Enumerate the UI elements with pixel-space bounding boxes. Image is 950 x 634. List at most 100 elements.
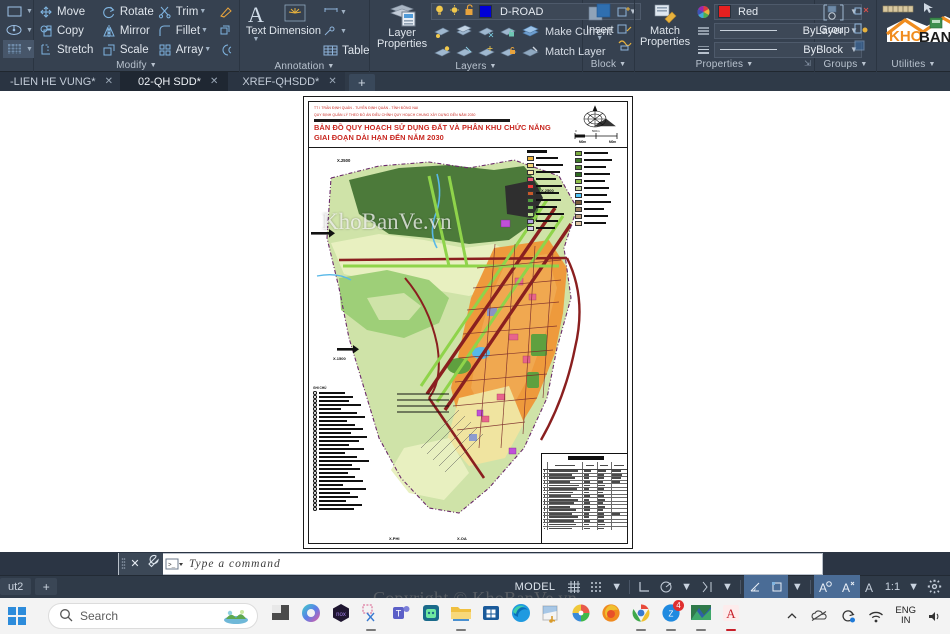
insert-button[interactable]: Insert ▼	[586, 2, 614, 42]
linetype-icon[interactable]	[692, 22, 714, 39]
layer-properties-button[interactable]: Layer Properties	[373, 2, 431, 50]
multileader-button[interactable]: ▼	[321, 22, 369, 41]
layer-isolate-icon[interactable]	[453, 23, 475, 40]
chevron-down-icon[interactable]: ▼	[619, 61, 626, 68]
chrome-icon[interactable]	[626, 598, 656, 634]
chevron-down-icon[interactable]: ▼	[860, 61, 867, 68]
hatch-icon[interactable]	[3, 41, 25, 58]
map-app-icon[interactable]	[686, 598, 716, 634]
copilot-icon[interactable]	[296, 598, 326, 634]
osnap-dropdown[interactable]: ▼	[718, 575, 737, 598]
scale-dropdown[interactable]: ▼	[904, 575, 923, 598]
dimension-button[interactable]: Dimension	[269, 2, 321, 37]
annotation-scale-icon[interactable]: A	[860, 575, 881, 598]
firefox-icon[interactable]	[596, 598, 626, 634]
messenger-icon[interactable]	[416, 598, 446, 634]
snap-icon[interactable]	[585, 575, 607, 598]
model-space-toggle[interactable]: MODEL	[507, 581, 564, 593]
polar-dropdown[interactable]: ▼	[677, 575, 696, 598]
wifi-icon[interactable]	[863, 610, 889, 623]
layer-unisolate-icon[interactable]	[453, 43, 475, 60]
otrack-icon[interactable]	[743, 575, 766, 598]
teams-icon[interactable]: T	[386, 598, 416, 634]
command-prompt-icon[interactable]: >_	[163, 558, 185, 571]
rectangle-icon[interactable]	[3, 3, 25, 20]
color-swatch[interactable]	[718, 5, 731, 18]
scale-button[interactable]: Scale	[100, 40, 156, 59]
array-button[interactable]: Array ▼	[156, 40, 214, 59]
layer-lock-icon[interactable]	[497, 23, 519, 40]
onedrive-icon[interactable]	[805, 610, 833, 622]
close-icon[interactable]: ✕	[127, 553, 143, 575]
copy-button[interactable]: Copy	[37, 21, 100, 40]
utilities-panel-title[interactable]: Utilities ▼	[877, 58, 950, 72]
grid-icon[interactable]	[563, 575, 585, 598]
sun-icon[interactable]	[447, 4, 462, 19]
chevron-down-icon[interactable]: ▼	[25, 46, 34, 53]
fillet-button[interactable]: Fillet ▼	[156, 21, 214, 40]
edge-icon[interactable]	[506, 598, 536, 634]
close-icon[interactable]: ✕	[210, 76, 218, 87]
file-explorer-icon[interactable]	[266, 598, 296, 634]
match-properties-button[interactable]: Match Properties	[638, 2, 692, 48]
layer-freeze-icon[interactable]	[475, 23, 497, 40]
chevron-down-icon[interactable]: ▼	[150, 62, 157, 69]
edit-block-button[interactable]	[614, 20, 636, 36]
chevron-down-icon[interactable]: ▼	[490, 63, 497, 70]
explode-button[interactable]	[214, 21, 236, 40]
ungroup-button[interactable]	[851, 3, 873, 19]
folder-icon[interactable]	[446, 598, 476, 634]
chevron-down-icon[interactable]: ▼	[25, 27, 34, 34]
layer-off-icon[interactable]	[431, 23, 453, 40]
layer-unlock-icon[interactable]	[497, 43, 519, 60]
show-hidden-icons-icon[interactable]	[781, 610, 803, 622]
chevron-down-icon[interactable]: ▼	[596, 35, 603, 42]
new-layout-button[interactable]: +	[35, 578, 58, 595]
microsoft-store-icon[interactable]	[476, 598, 506, 634]
widgets-icon[interactable]	[223, 607, 249, 625]
move-button[interactable]: Move	[37, 2, 100, 21]
lightbulb-icon[interactable]	[432, 4, 447, 19]
mirror-button[interactable]: Mirror	[100, 21, 156, 40]
layer-thaw-icon[interactable]	[475, 43, 497, 60]
paint-icon[interactable]	[566, 598, 596, 634]
offset-button[interactable]	[214, 40, 236, 59]
unlock-icon[interactable]	[462, 4, 476, 19]
properties-dialog-launcher[interactable]: ⇲	[804, 57, 811, 71]
layout-tab[interactable]: ut2	[0, 578, 32, 595]
text-button[interactable]: A Text ▼	[243, 2, 269, 43]
group-edit-button[interactable]	[851, 20, 873, 36]
chevron-down-icon[interactable]: ▼	[200, 27, 209, 34]
layer-on-icon[interactable]	[431, 43, 453, 60]
wrench-icon[interactable]	[143, 553, 163, 575]
ellipse-tool[interactable]: ▼	[3, 21, 34, 39]
chevron-down-icon[interactable]: ▼	[339, 28, 348, 35]
table-button[interactable]: Table	[321, 41, 370, 60]
create-block-button[interactable]	[614, 3, 636, 19]
settings-icon[interactable]	[923, 575, 950, 598]
modify-panel-title[interactable]: Modify ▼	[34, 59, 239, 73]
erase-button[interactable]	[214, 2, 236, 21]
start-icon[interactable]	[0, 598, 34, 634]
volume-icon[interactable]	[922, 610, 946, 623]
close-icon[interactable]: ✕	[328, 76, 336, 87]
update-icon[interactable]	[835, 609, 861, 623]
hatch-tool[interactable]: ▼	[3, 40, 34, 58]
ucs-dropdown[interactable]: ▼	[788, 575, 807, 598]
stretch-button[interactable]: Stretch	[37, 40, 100, 59]
map-drawing[interactable]: X.2500 X.2500 X.1500 X.PHI X.OA GHI CHÚ	[309, 148, 627, 543]
chevron-down-icon[interactable]: ▼	[339, 9, 348, 16]
autoscale-icon[interactable]: A	[836, 575, 860, 598]
chevron-down-icon[interactable]: ▼	[928, 61, 935, 68]
osnap-icon[interactable]	[696, 575, 718, 598]
lineweight-icon[interactable]	[692, 41, 714, 58]
command-line-grip[interactable]	[119, 553, 127, 575]
close-icon[interactable]: ✕	[105, 76, 113, 87]
annotation-scale-value[interactable]: 1:1	[881, 575, 904, 598]
file-tab-lien-he-vung[interactable]: -LIEN HE VUNG* ✕	[0, 72, 120, 91]
zalo-icon[interactable]: Z 4	[656, 598, 686, 634]
group-button[interactable]: Group	[818, 2, 851, 36]
language-indicator[interactable]: ENG IN	[891, 606, 920, 626]
snipping-tool-icon[interactable]	[356, 598, 386, 634]
command-line[interactable]: ✕ >_ Type a command	[118, 553, 823, 575]
